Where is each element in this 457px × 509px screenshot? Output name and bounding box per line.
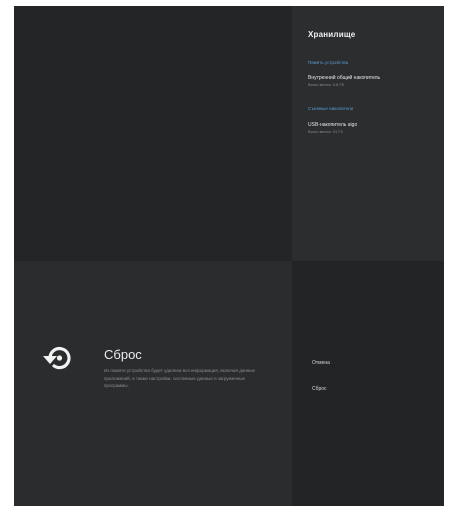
reset-actions-panel: Отмена Сброс	[292, 261, 444, 506]
removable-storage-header: Съемные накопители	[308, 106, 354, 111]
restore-icon	[43, 346, 71, 370]
reset-info-panel: Сброс Из памяти устройства будет удалена…	[14, 261, 292, 506]
usb-storage-item[interactable]: USB-накопитель aigo Всего места: 31 Гб	[308, 122, 438, 135]
internal-storage-item[interactable]: Внутренний общий накопитель Всего места:…	[308, 75, 438, 88]
storage-title: Хранилище	[308, 30, 356, 39]
tv-settings-screen: Хранилище Память устройства Внутренний о…	[14, 6, 444, 506]
storage-panel: Хранилище Память устройства Внутренний о…	[292, 6, 444, 261]
device-memory-header: Память устройства	[308, 60, 349, 65]
reset-button[interactable]: Сброс	[312, 386, 327, 392]
cancel-button[interactable]: Отмена	[312, 360, 330, 366]
background-area-top	[14, 6, 292, 261]
reset-title: Сброс	[104, 347, 142, 362]
internal-storage-free: Всего места: 3.6 Гб	[308, 82, 344, 87]
internal-storage-name: Внутренний общий накопитель	[308, 75, 381, 81]
usb-storage-free: Всего места: 31 Гб	[308, 129, 343, 134]
reset-description: Из памяти устройства будет удалена вся и…	[104, 368, 256, 388]
usb-storage-name: USB-накопитель aigo	[308, 122, 358, 128]
